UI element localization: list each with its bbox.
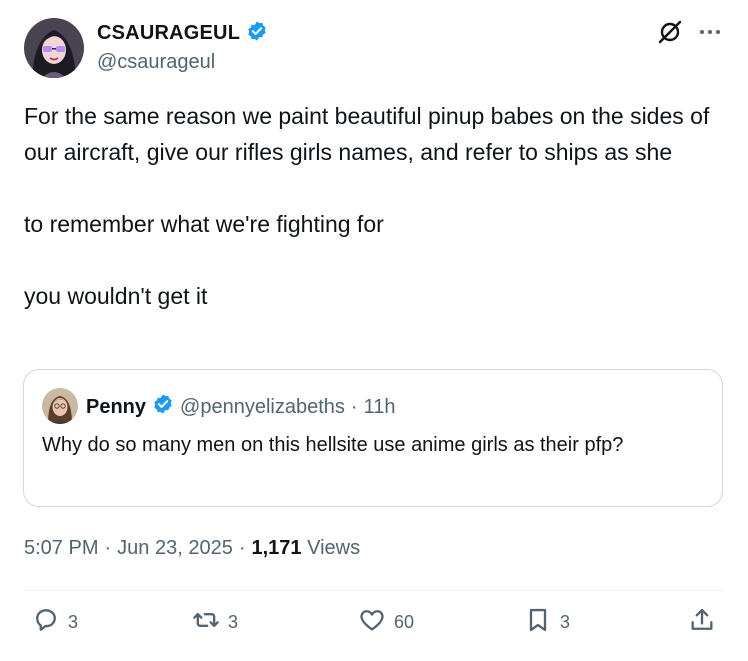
quote-text: Why do so many men on this hellsite use …	[42, 434, 624, 456]
repost-count: 3	[228, 612, 239, 632]
tweet-metadata: 5:07 PM · Jun 23, 2025 · 1,171 Views	[24, 537, 360, 560]
repost-button[interactable]: 3	[192, 606, 238, 639]
tweet-text: For the same reason we paint beautiful p…	[24, 103, 710, 309]
share-icon	[688, 606, 716, 639]
quote-avatar[interactable]	[42, 388, 78, 424]
bookmark-count: 3	[560, 612, 571, 632]
quote-age[interactable]: 11h	[364, 396, 396, 419]
meta-separator: ·	[104, 537, 112, 559]
author-handle[interactable]: @csaurageul	[97, 51, 215, 74]
quote-handle[interactable]: @pennyelizabeths	[180, 396, 345, 419]
like-button[interactable]: 60	[358, 606, 414, 639]
verified-badge-icon	[152, 393, 174, 421]
share-button[interactable]	[688, 606, 716, 639]
reply-count: 3	[68, 612, 79, 632]
more-icon[interactable]	[696, 18, 724, 46]
divider	[24, 590, 724, 591]
verified-badge-icon	[246, 20, 268, 47]
quoted-tweet[interactable]: Penny @pennyelizabeths · 11h Why do so m…	[23, 369, 723, 507]
grok-icon[interactable]	[656, 18, 684, 46]
views-count: 1,171	[251, 537, 302, 559]
tweet-date[interactable]: Jun 23, 2025	[117, 537, 233, 560]
views-label: Views	[307, 537, 361, 559]
author-display-name[interactable]: CSAURAGEUL	[97, 22, 240, 45]
meta-separator: ·	[238, 537, 246, 559]
repost-icon	[192, 606, 220, 639]
tweet-time[interactable]: 5:07 PM	[24, 537, 98, 560]
like-count: 60	[394, 612, 415, 632]
reply-icon	[32, 606, 60, 639]
action-bar: 3 3 60 3	[24, 606, 724, 646]
bookmark-icon	[524, 606, 552, 639]
quote-separator: ·	[350, 395, 358, 418]
quote-display-name[interactable]: Penny	[86, 396, 146, 419]
like-icon	[358, 606, 386, 639]
bookmark-button[interactable]: 3	[524, 606, 570, 639]
reply-button[interactable]: 3	[32, 606, 78, 639]
author-avatar[interactable]	[24, 18, 84, 78]
